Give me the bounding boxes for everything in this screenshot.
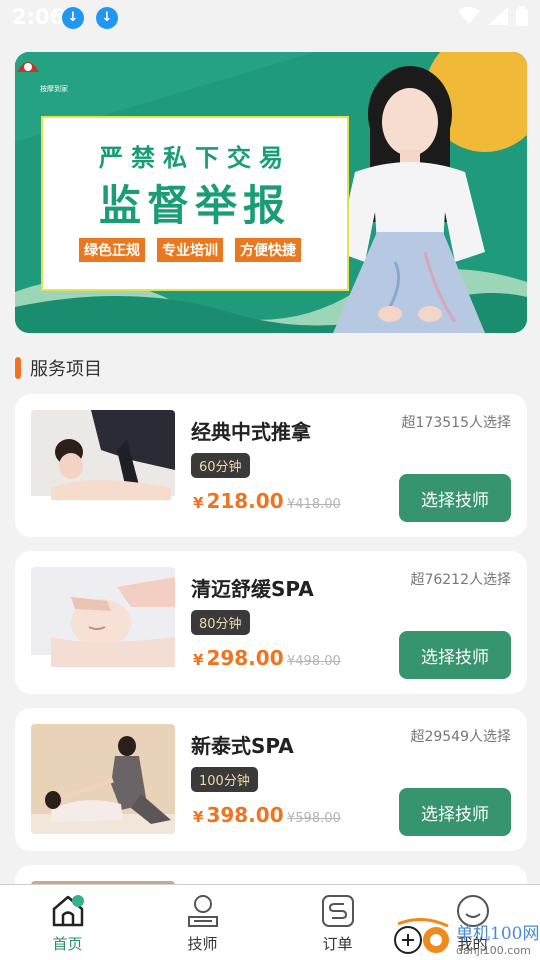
nav-label: 技师 bbox=[187, 935, 218, 953]
original-price: ¥498.00 bbox=[287, 654, 341, 669]
service-title: 新泰式SPA bbox=[191, 734, 294, 758]
watermark-url: danji100.com bbox=[456, 944, 531, 957]
service-card[interactable]: 清迈舒缓SPA 超76212人选择 80分钟 ¥298.00 ¥498.00 选… bbox=[15, 551, 527, 694]
watermark-logo-icon bbox=[394, 918, 449, 954]
service-image bbox=[31, 724, 175, 834]
brand-logo-icon bbox=[17, 62, 39, 72]
signal-icon bbox=[488, 7, 508, 25]
home-icon bbox=[52, 895, 84, 927]
brand-logo-text: 按摩到家 bbox=[40, 85, 68, 93]
service-popularity: 超173515人选择 bbox=[401, 415, 511, 431]
duration-badge: 60分钟 bbox=[191, 453, 250, 478]
banner-tag: 专业培训 bbox=[157, 238, 223, 262]
service-price: ¥398.00 bbox=[193, 803, 284, 827]
nav-label: 订单 bbox=[322, 935, 353, 953]
service-image bbox=[31, 567, 175, 677]
currency-symbol: ¥ bbox=[193, 651, 204, 669]
price-value: 218.00 bbox=[206, 489, 284, 513]
duration-badge: 80分钟 bbox=[191, 610, 250, 635]
section-header: 服务项目 bbox=[15, 356, 102, 380]
promo-board: 严禁私下交易 监督举报 绿色正规 专业培训 方便快捷 bbox=[41, 116, 349, 291]
banner-line1: 严禁私下交易 bbox=[99, 144, 291, 172]
promo-banner[interactable]: 按摩到家 严禁私下交易 监督举报 绿色正规 专业培训 方便快捷 bbox=[15, 52, 527, 333]
watermark: 单机100网 danji100.com bbox=[392, 918, 539, 958]
currency-symbol: ¥ bbox=[193, 808, 204, 826]
service-title: 清迈舒缓SPA bbox=[191, 577, 314, 601]
service-card[interactable]: 新泰式SPA 超29549人选择 100分钟 ¥398.00 ¥598.00 选… bbox=[15, 708, 527, 851]
status-time: 2:06 bbox=[12, 5, 65, 29]
service-price: ¥218.00 bbox=[193, 489, 284, 513]
section-accent-bar bbox=[15, 357, 21, 379]
nav-tab-home[interactable]: 首页 bbox=[0, 885, 135, 960]
service-price: ¥298.00 bbox=[193, 646, 284, 670]
nav-tab-therapist[interactable]: 技师 bbox=[135, 885, 270, 960]
original-price: ¥598.00 bbox=[287, 811, 341, 826]
download-icon: ↓ bbox=[62, 7, 84, 29]
price-value: 298.00 bbox=[206, 646, 284, 670]
battery-icon bbox=[516, 6, 528, 26]
service-image bbox=[31, 410, 175, 520]
download-icon: ↓ bbox=[96, 7, 118, 29]
select-therapist-button[interactable]: 选择技师 bbox=[399, 631, 511, 679]
banner-line2: 监督举报 bbox=[98, 181, 291, 230]
original-price: ¥418.00 bbox=[287, 497, 341, 512]
order-icon bbox=[321, 895, 354, 927]
banner-tag: 方便快捷 bbox=[235, 238, 301, 262]
wifi-icon bbox=[458, 7, 480, 24]
service-popularity: 超29549人选择 bbox=[410, 729, 511, 745]
banner-tag: 绿色正规 bbox=[79, 238, 145, 262]
service-card[interactable]: 经典中式推拿 超173515人选择 60分钟 ¥218.00 ¥418.00 选… bbox=[15, 394, 527, 537]
therapist-icon bbox=[187, 895, 218, 927]
nav-tab-orders[interactable]: 订单 bbox=[270, 885, 405, 960]
duration-badge: 100分钟 bbox=[191, 767, 258, 792]
service-title: 经典中式推拿 bbox=[191, 420, 311, 444]
service-popularity: 超76212人选择 bbox=[410, 572, 511, 588]
section-title: 服务项目 bbox=[30, 359, 102, 380]
nav-label: 首页 bbox=[52, 935, 83, 953]
status-bar: 2:06 ↓ ↓ bbox=[0, 0, 540, 36]
select-therapist-button[interactable]: 选择技师 bbox=[399, 474, 511, 522]
currency-symbol: ¥ bbox=[193, 494, 204, 512]
watermark-site: 单机100网 bbox=[456, 924, 540, 944]
select-therapist-button[interactable]: 选择技师 bbox=[399, 788, 511, 836]
price-value: 398.00 bbox=[206, 803, 284, 827]
